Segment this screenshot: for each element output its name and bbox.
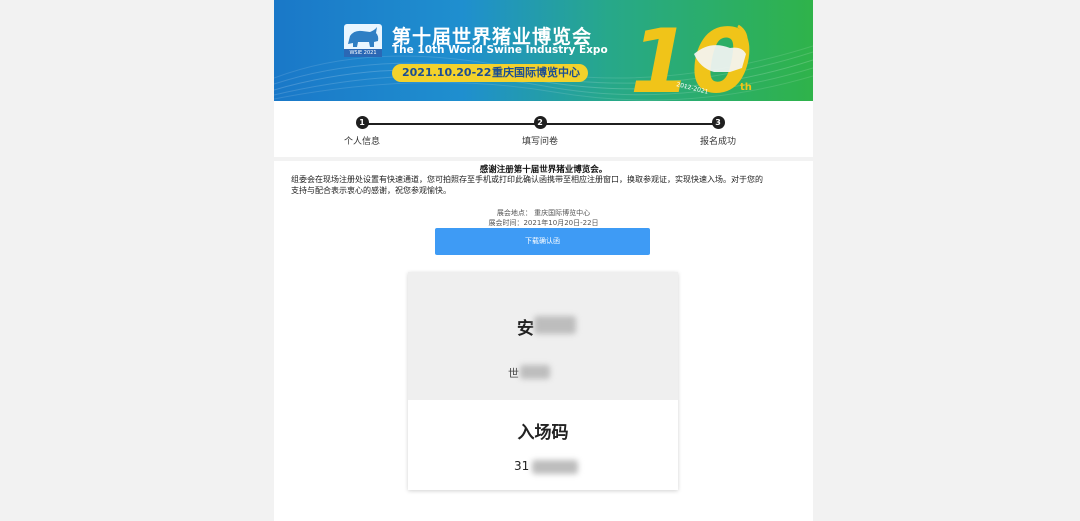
step-number: 2 [533,116,547,129]
attendee-info-panel: 安 世 [408,272,678,400]
step-personal-info: 1 个人信息 [322,116,402,147]
banner-date: 2021.10.20-22 [402,66,492,79]
admission-code-title: 入场码 [517,423,569,443]
tenth-anniversary-emblem: 10 th 2012-2021 [630,10,752,98]
wsie-logo-text: WSIE 2021 [344,49,382,57]
step-registration-success: 3 报名成功 [678,116,758,147]
admission-card: 安 世 入场码 31 [408,272,678,490]
download-confirmation-button[interactable]: 下载确认函 [435,228,650,255]
code-redaction [532,460,578,474]
attendee-name: 安 [517,319,534,339]
rhino-icon [348,27,379,47]
name-redaction [534,316,576,334]
thanks-message-line: 支持与配合表示衷心的感谢，祝您参观愉快。 [291,186,451,195]
step-number: 1 [355,116,369,129]
attendee-company: 世 [508,367,519,380]
expo-location: 展会地点： 重庆国际博览中心 [496,209,591,217]
company-redaction [520,365,550,379]
registration-success-page: WSIE 2021 第十届世界猪业博览会 The 10th World Swin… [274,0,813,521]
step-number: 3 [711,116,725,129]
step-label: 填写问卷 [521,137,558,147]
banner-venue: 重庆国际博览中心 [492,66,580,79]
expo-banner: WSIE 2021 第十届世界猪业博览会 The 10th World Swin… [274,0,813,101]
admission-code-value: 31 [514,459,530,473]
step-label: 报名成功 [699,137,736,147]
thanks-message-line: 组委会在现场注册处设置有快速通道，您可拍照存至手机或打印此确认函携带至相应注册窗… [291,175,763,184]
expo-time: 展会时间：2021年10月20日-22日 [488,219,599,227]
banner-subtitle: The 10th World Swine Industry Expo [392,44,608,56]
thanks-message: 组委会在现场注册处设置有快速通道，您可拍照存至手机或打印此确认函携带至相应注册窗… [291,174,813,196]
banner-date-pill: 2021.10.20-22 重庆国际博览中心 [392,64,588,82]
registration-steps: 1 个人信息 2 填写问卷 3 报名成功 [274,101,813,157]
section-divider [274,157,813,161]
step-label: 个人信息 [343,137,380,147]
step-questionnaire: 2 填写问卷 [500,116,580,147]
anniversary-suffix: th [740,82,752,93]
